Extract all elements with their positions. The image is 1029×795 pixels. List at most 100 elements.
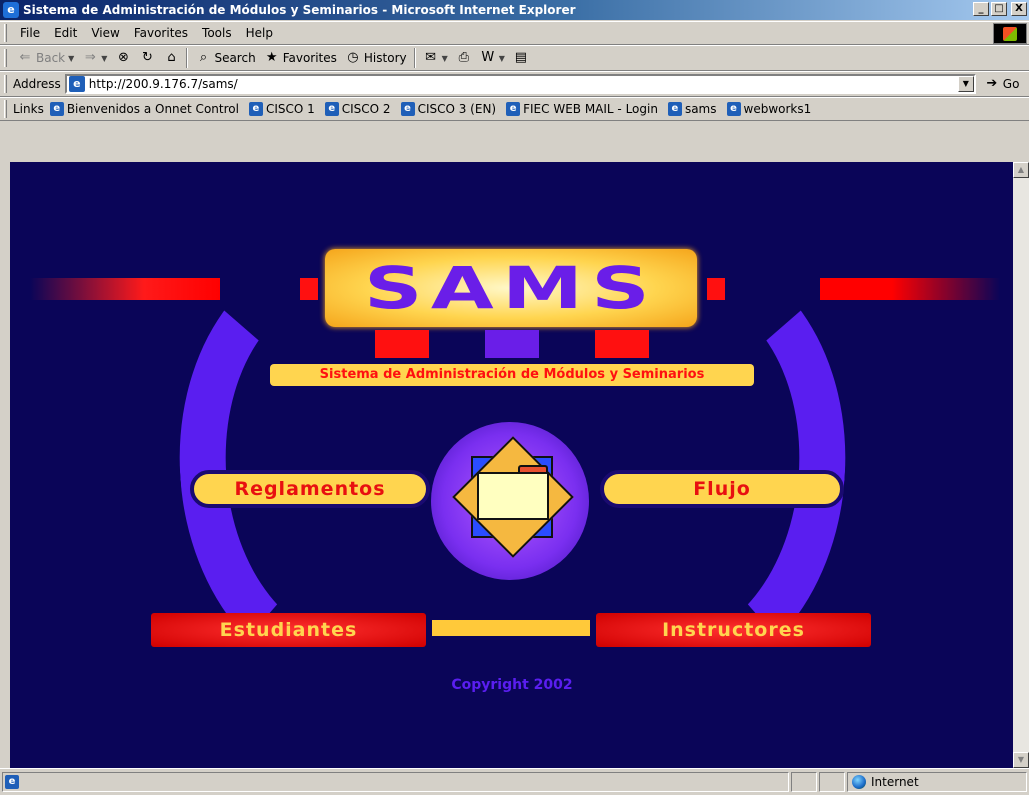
- toolbar-grip[interactable]: [4, 100, 7, 118]
- scroll-down-icon[interactable]: ▼: [1013, 752, 1029, 768]
- status-bar: e Internet: [0, 768, 1029, 795]
- ie-link-icon: e: [667, 102, 682, 116]
- print-button[interactable]: ⎙: [452, 47, 476, 69]
- links-label: Links: [13, 102, 44, 116]
- instructores-button[interactable]: Instructores: [596, 613, 871, 647]
- mail-icon: ✉: [425, 50, 437, 65]
- go-label: Go: [1002, 77, 1020, 91]
- status-progress-cell: [791, 772, 817, 792]
- logo-text: SAMS: [363, 254, 659, 322]
- menu-tools[interactable]: Tools: [195, 26, 239, 40]
- maximize-button[interactable]: □: [991, 2, 1007, 16]
- link-cisco2[interactable]: e CISCO 2: [324, 102, 391, 116]
- link-label: CISCO 1: [265, 102, 315, 116]
- ie-link-icon: e: [506, 102, 521, 116]
- folder-icon: [477, 472, 549, 520]
- link-label: FIEC WEB MAIL - Login: [523, 102, 658, 116]
- favorites-icon: ★: [265, 50, 278, 65]
- windows-logo-throbber: [993, 23, 1027, 44]
- search-button[interactable]: ⌕ Search: [191, 47, 259, 69]
- menu-edit[interactable]: Edit: [47, 26, 84, 40]
- refresh-button[interactable]: ↻: [135, 47, 159, 69]
- red-block-decoration: [595, 330, 649, 358]
- vertical-scrollbar[interactable]: ▲ ▼: [1013, 162, 1029, 768]
- menu-bar: File Edit View Favorites Tools Help: [0, 21, 1029, 45]
- close-button[interactable]: X: [1011, 2, 1027, 16]
- reglamentos-button[interactable]: Reglamentos: [190, 470, 430, 508]
- edit-button[interactable]: W ▼: [476, 47, 509, 69]
- menu-file[interactable]: File: [13, 26, 47, 40]
- toolbar-separator: [186, 48, 189, 68]
- address-bar: Address e http://200.9.176.7/sams/ ▼ ➔ G…: [0, 71, 1029, 97]
- history-button[interactable]: ◷ History: [341, 47, 411, 69]
- chevron-down-icon[interactable]: ▼: [442, 54, 448, 63]
- standard-toolbar: ⇐ Back ▼ ⇒ ▼ ⊗ ↻ ⌂ ⌕ Search ★ Favorites …: [0, 45, 1029, 71]
- ie-link-icon: e: [248, 102, 263, 116]
- ie-link-icon: e: [400, 102, 415, 116]
- link-onnet[interactable]: e Bienvenidos a Onnet Control: [49, 102, 239, 116]
- link-label: Bienvenidos a Onnet Control: [66, 102, 239, 116]
- page-status-icon: e: [5, 775, 19, 789]
- minimize-button[interactable]: _: [973, 2, 989, 16]
- back-label: Back: [36, 51, 66, 65]
- ie-link-icon: e: [324, 102, 339, 116]
- menu-favorites[interactable]: Favorites: [127, 26, 195, 40]
- ie-icon: e: [3, 2, 19, 18]
- stop-button[interactable]: ⊗: [111, 47, 135, 69]
- zone-label: Internet: [871, 775, 919, 789]
- sams-logo: SAMS: [325, 249, 697, 327]
- home-button[interactable]: ⌂: [159, 47, 183, 69]
- back-arrow-icon: ⇐: [19, 50, 31, 65]
- chevron-down-icon[interactable]: ▼: [101, 54, 107, 63]
- favorites-label: Favorites: [282, 51, 337, 65]
- link-cisco1[interactable]: e CISCO 1: [248, 102, 315, 116]
- toolbar-grip[interactable]: [4, 49, 7, 67]
- red-square-decoration: [300, 278, 318, 300]
- word-edit-icon: W: [481, 50, 495, 65]
- forward-button[interactable]: ⇒ ▼: [78, 47, 111, 69]
- link-fiec-mail[interactable]: e FIEC WEB MAIL - Login: [506, 102, 658, 116]
- link-sams[interactable]: e sams: [667, 102, 717, 116]
- link-webworks1[interactable]: e webworks1: [726, 102, 811, 116]
- go-button[interactable]: ➔ Go: [984, 76, 1020, 92]
- chevron-down-icon[interactable]: ▼: [68, 54, 74, 63]
- window-controls: _ □ X: [973, 2, 1027, 16]
- scroll-up-icon[interactable]: ▲: [1013, 162, 1029, 178]
- back-button[interactable]: ⇐ Back ▼: [13, 47, 78, 69]
- window-title: Sistema de Administración de Módulos y S…: [23, 3, 576, 17]
- home-icon: ⌂: [167, 50, 176, 65]
- mail-button[interactable]: ✉ ▼: [419, 47, 452, 69]
- address-label: Address: [13, 77, 61, 91]
- forward-arrow-icon: ⇒: [84, 50, 96, 65]
- link-label: CISCO 2: [341, 102, 391, 116]
- address-input[interactable]: e http://200.9.176.7/sams/ ▼: [64, 74, 976, 94]
- copyright-text: Copyright 2002: [451, 677, 573, 693]
- link-cisco3[interactable]: e CISCO 3 (EN): [400, 102, 496, 116]
- menu-help[interactable]: Help: [239, 26, 280, 40]
- toolbar-separator: [413, 48, 416, 68]
- discuss-icon: ▤: [514, 50, 528, 65]
- address-dropdown-icon[interactable]: ▼: [957, 76, 974, 92]
- flujo-button[interactable]: Flujo: [600, 470, 844, 508]
- left-red-stripe: [30, 278, 220, 300]
- toolbar-grip[interactable]: [4, 75, 7, 93]
- history-icon: ◷: [347, 50, 359, 65]
- estudiantes-button[interactable]: Estudiantes: [151, 613, 426, 647]
- red-square-decoration: [707, 278, 725, 300]
- page-icon: e: [68, 76, 85, 92]
- status-text-area: e: [2, 772, 789, 792]
- toolbar-grip[interactable]: [4, 24, 7, 42]
- search-label: Search: [214, 51, 256, 65]
- globe-icon: [852, 775, 866, 789]
- favorites-button[interactable]: ★ Favorites: [260, 47, 341, 69]
- menu-view[interactable]: View: [84, 26, 126, 40]
- page-viewport: SAMS Sistema de Administración de Módulo…: [10, 162, 1014, 768]
- discuss-button[interactable]: ▤: [509, 47, 533, 69]
- chevron-down-icon[interactable]: ▼: [499, 54, 505, 63]
- right-red-stripe: [820, 278, 1000, 300]
- red-block-decoration: [375, 330, 429, 358]
- address-url[interactable]: http://200.9.176.7/sams/: [89, 77, 238, 91]
- connector-bar: [432, 620, 590, 636]
- content-gap: [0, 121, 1029, 162]
- windows-flag-icon: [1003, 26, 1017, 41]
